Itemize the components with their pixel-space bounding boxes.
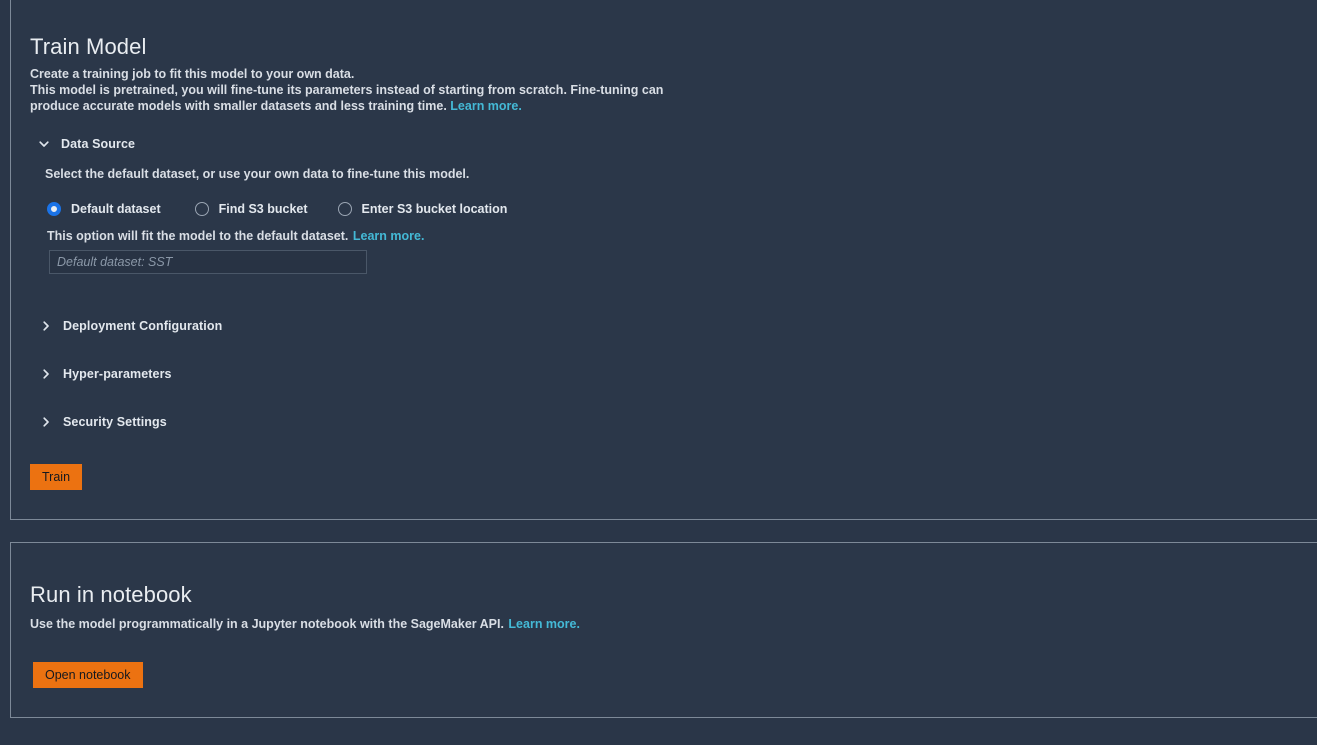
data-source-radio-group: Default dataset Find S3 bucket Enter S3 … bbox=[47, 202, 507, 216]
section-label-data-source: Data Source bbox=[61, 137, 136, 151]
radio-label-find-s3-bucket: Find S3 bucket bbox=[218, 202, 308, 216]
radio-find-s3-bucket[interactable]: Find S3 bucket bbox=[194, 202, 308, 216]
data-source-help-text-label: This option will fit the model to the de… bbox=[47, 229, 349, 243]
radio-enter-s3-bucket-location[interactable]: Enter S3 bucket location bbox=[337, 202, 508, 216]
radio-indicator-enter-s3-bucket-location bbox=[337, 202, 352, 216]
train-button[interactable]: Train bbox=[30, 464, 83, 490]
description-line-3: produce accurate models with smaller dat… bbox=[30, 99, 447, 114]
train-model-page: Train Model Create a training job to fit… bbox=[0, 0, 1317, 745]
data-source-learn-more-link[interactable]: Learn more. bbox=[353, 229, 425, 243]
notebook-title: Run in notebook bbox=[30, 582, 192, 607]
page-title: Train Model bbox=[30, 34, 147, 59]
section-label-security-settings: Security Settings bbox=[63, 415, 167, 429]
chevron-right-icon bbox=[39, 319, 53, 333]
section-label-hyper-parameters: Hyper-parameters bbox=[63, 367, 172, 381]
section-header-security-settings[interactable]: Security Settings bbox=[39, 415, 167, 429]
radio-label-enter-s3-bucket-location: Enter S3 bucket location bbox=[361, 202, 508, 216]
radio-label-default-dataset: Default dataset bbox=[71, 202, 161, 216]
train-model-panel: Train Model Create a training job to fit… bbox=[10, 0, 1317, 520]
notebook-description-text: Use the model programmatically in a Jupy… bbox=[30, 617, 504, 631]
section-header-deployment-configuration[interactable]: Deployment Configuration bbox=[39, 319, 222, 333]
radio-indicator-default-dataset bbox=[47, 202, 61, 216]
description-paragraph: Create a training job to fit this model … bbox=[30, 66, 670, 115]
chevron-right-icon bbox=[39, 367, 53, 381]
notebook-learn-more-link[interactable]: Learn more. bbox=[508, 617, 580, 631]
section-header-hyper-parameters[interactable]: Hyper-parameters bbox=[39, 367, 172, 381]
default-dataset-input[interactable] bbox=[49, 250, 367, 274]
run-in-notebook-panel: Run in notebook Use the model programmat… bbox=[10, 542, 1317, 718]
radio-default-dataset[interactable]: Default dataset bbox=[47, 202, 161, 216]
description-line-1: Create a training job to fit this model … bbox=[30, 67, 355, 81]
notebook-description: Use the model programmatically in a Jupy… bbox=[30, 615, 580, 633]
chevron-down-icon bbox=[37, 137, 51, 151]
radio-indicator-find-s3-bucket bbox=[194, 202, 209, 216]
data-source-help-text: This option will fit the model to the de… bbox=[47, 227, 424, 245]
description-line-3-wrapper: produce accurate models with smaller dat… bbox=[30, 98, 670, 114]
train-model-description: Create a training job to fit this model … bbox=[30, 66, 670, 115]
chevron-right-icon bbox=[39, 415, 53, 429]
data-source-subtitle: Select the default dataset, or use your … bbox=[45, 167, 470, 181]
section-label-deployment-configuration: Deployment Configuration bbox=[63, 319, 223, 333]
description-learn-more-link[interactable]: Learn more. bbox=[450, 99, 522, 113]
section-header-data-source[interactable]: Data Source bbox=[37, 137, 135, 151]
description-line-2: This model is pretrained, you will fine-… bbox=[30, 83, 664, 98]
open-notebook-button[interactable]: Open notebook bbox=[33, 662, 143, 688]
